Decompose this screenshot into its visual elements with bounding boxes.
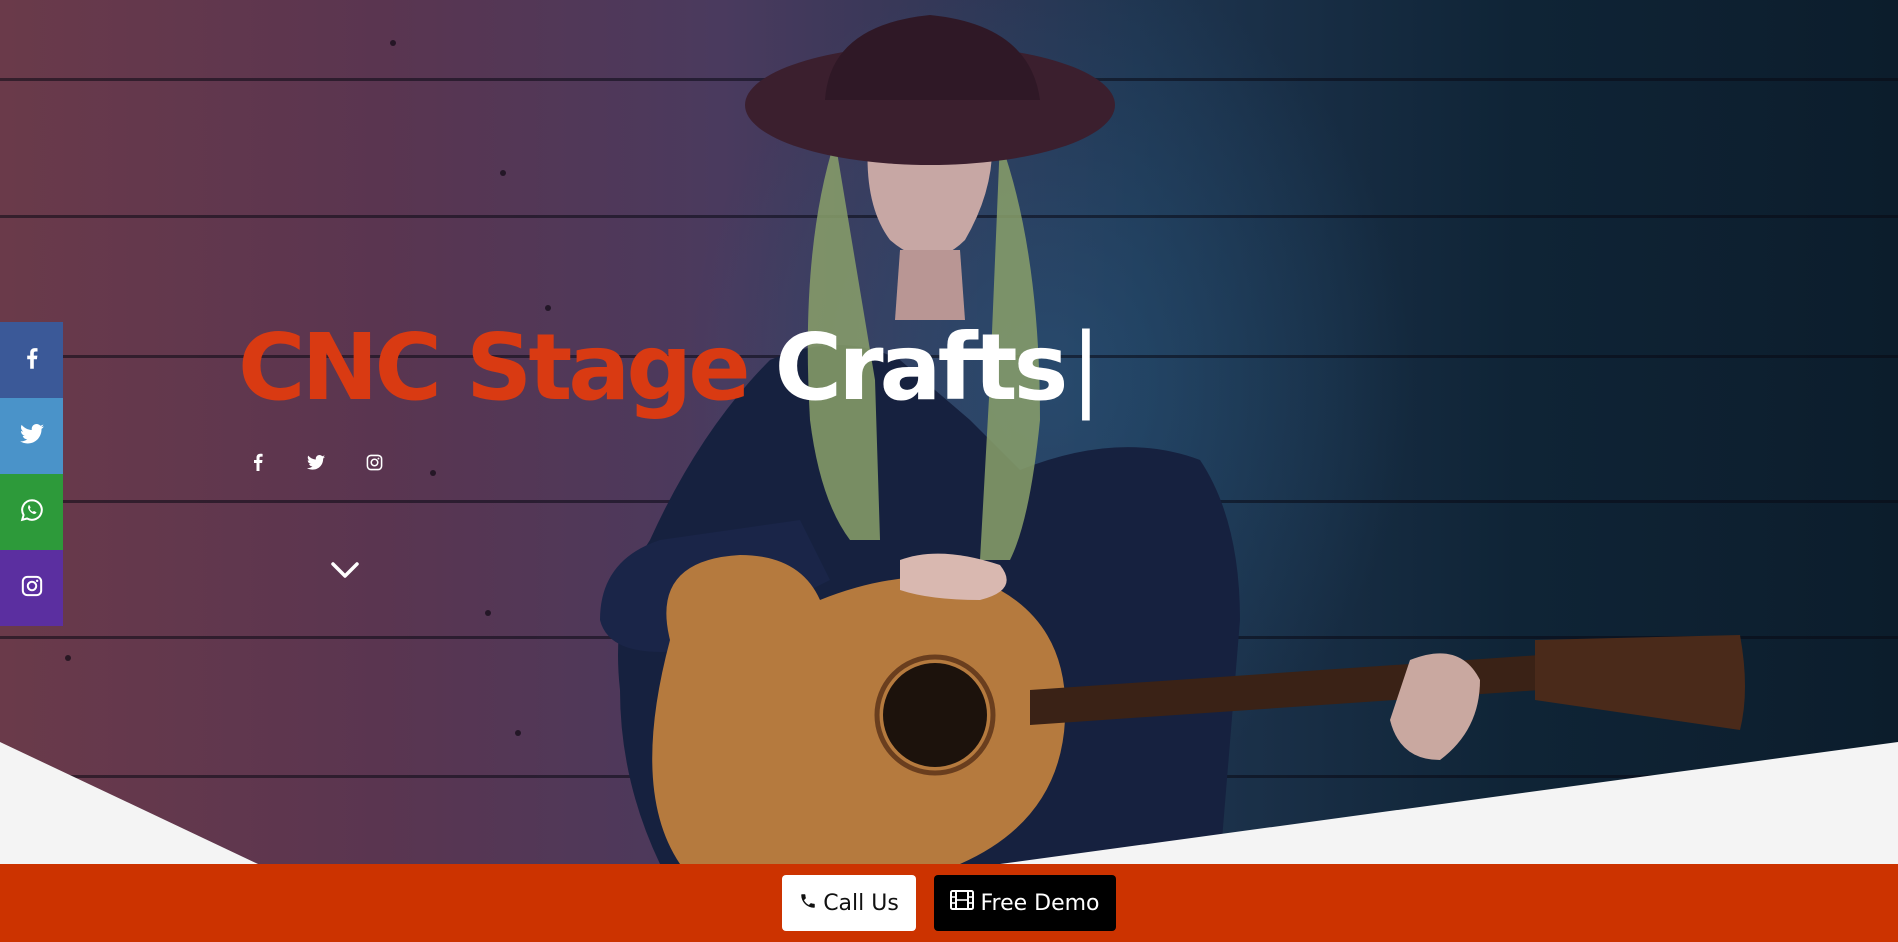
chevron-down-icon[interactable] [330, 560, 360, 580]
bottom-cta-bar: Call Us Free Demo [0, 864, 1898, 942]
free-demo-label: Free Demo [980, 890, 1100, 916]
hero-angle-overlay [0, 742, 1898, 864]
whatsapp-icon [20, 498, 44, 526]
facebook-icon[interactable] [248, 452, 268, 472]
phone-icon [799, 891, 817, 916]
share-facebook-button[interactable] [0, 322, 63, 398]
hero-social-links [248, 452, 384, 472]
hero-section: CNC Stage Crafts| [0, 0, 1898, 864]
share-twitter-button[interactable] [0, 398, 63, 474]
share-whatsapp-button[interactable] [0, 474, 63, 550]
hero-title-white: Crafts [774, 314, 1069, 421]
facebook-icon [26, 347, 38, 373]
share-instagram-button[interactable] [0, 550, 63, 626]
typing-cursor: | [1070, 314, 1101, 421]
side-share-bar [0, 322, 63, 626]
call-us-button[interactable]: Call Us [782, 875, 916, 931]
film-icon [950, 890, 975, 916]
twitter-icon [19, 424, 44, 448]
hero-title: CNC Stage Crafts| [238, 322, 1101, 414]
call-us-label: Call Us [823, 890, 899, 916]
hero-title-red: CNC Stage [238, 314, 751, 421]
twitter-icon[interactable] [306, 452, 326, 472]
free-demo-button[interactable]: Free Demo [934, 875, 1116, 931]
instagram-icon [21, 575, 43, 601]
instagram-icon[interactable] [364, 452, 384, 472]
